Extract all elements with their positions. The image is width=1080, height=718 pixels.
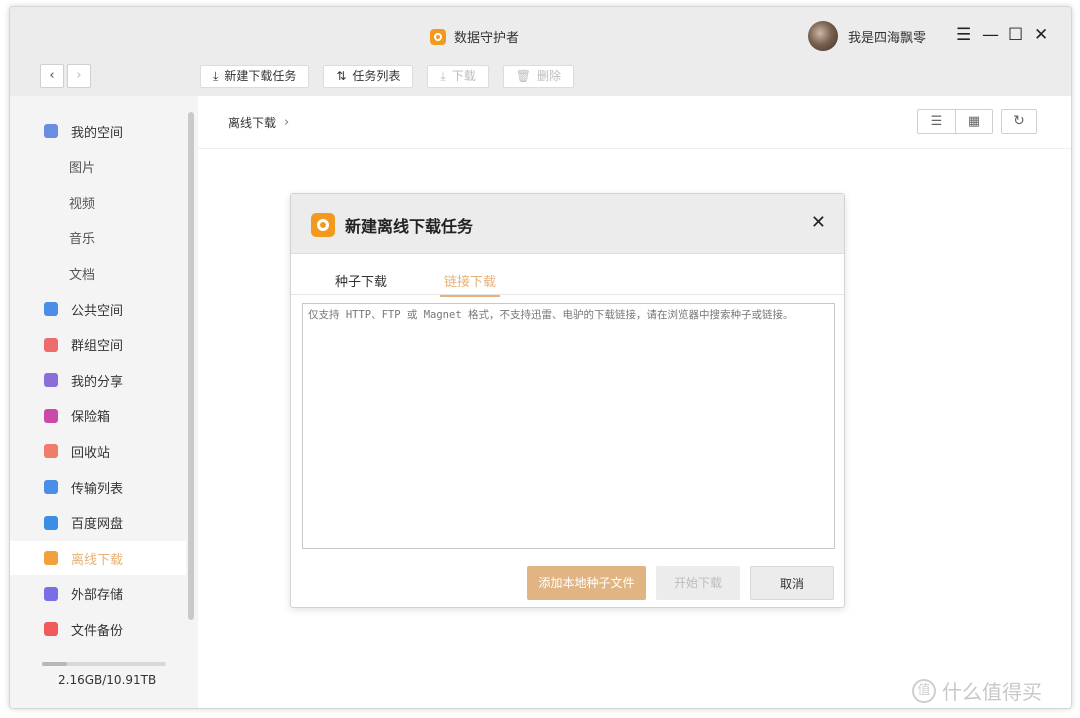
sidebar-item-label: 传输列表 — [71, 481, 124, 497]
sidebar-item-label: 文件备份 — [71, 623, 124, 639]
list-view-icon[interactable]: ☰ — [918, 110, 955, 133]
app-logo-icon — [311, 213, 335, 237]
sidebar-item-my-space[interactable]: 我的空间 — [10, 114, 186, 148]
backup-icon — [44, 622, 58, 637]
download-label: 下载 — [451, 69, 476, 83]
sidebar-item-label: 公共空间 — [71, 303, 124, 319]
storage-usage: 2.16GB/10.91TB — [58, 673, 157, 687]
dialog-header: 新建离线下载任务 ✕ — [291, 194, 844, 254]
menu-icon[interactable]: ☰ — [956, 24, 971, 46]
folder-icon — [44, 124, 58, 138]
user-info[interactable]: 我是四海飘零 — [808, 21, 926, 51]
sidebar-item-label: 群组空间 — [71, 339, 124, 355]
transfer-icon — [44, 480, 58, 494]
sidebar-item-label: 文档 — [69, 267, 96, 283]
sidebar-item-label: 我的空间 — [71, 125, 124, 141]
download-button[interactable]: ⤓ 下载 — [427, 65, 489, 88]
sidebar-item-pictures[interactable]: 图片 — [10, 150, 186, 184]
sidebar-item-label: 视频 — [69, 196, 96, 212]
sidebar-item-offline-download[interactable]: 离线下载 — [10, 541, 186, 576]
watermark-logo-icon: 值 — [912, 678, 936, 703]
cloud-icon — [44, 515, 58, 530]
drive-icon — [44, 586, 58, 601]
storage-bar-fill — [42, 662, 67, 666]
view-tools: ☰ ▦ ↻ — [917, 109, 1037, 134]
dialog-tabs: 种子下载 链接下载 — [291, 254, 844, 297]
breadcrumb: 离线下载 › — [228, 114, 289, 131]
download-icon: ⤓ — [213, 69, 219, 83]
sidebar-item-documents[interactable]: 文档 — [10, 256, 186, 290]
sidebar-item-file-backup[interactable]: 文件备份 — [10, 612, 186, 646]
safe-icon — [44, 408, 58, 423]
refresh-icon[interactable]: ↻ — [1001, 109, 1037, 134]
sidebar-item-videos[interactable]: 视频 — [10, 185, 186, 219]
group-icon — [44, 337, 58, 352]
sidebar-item-label: 离线下载 — [71, 552, 124, 568]
sidebar-item-music[interactable]: 音乐 — [10, 221, 186, 255]
start-download-button[interactable]: 开始下载 — [656, 566, 740, 600]
storage-bar — [42, 662, 166, 666]
sidebar-item-transfer-list[interactable]: 传输列表 — [10, 470, 186, 504]
app-title-text: 数据守护者 — [454, 31, 520, 46]
add-local-torrent-button[interactable]: 添加本地种子文件 — [527, 566, 646, 600]
sidebar-item-label: 外部存储 — [71, 588, 124, 604]
avatar[interactable] — [808, 21, 838, 51]
watermark-text: 什么值得买 — [942, 680, 1042, 704]
sidebar-item-label: 保险箱 — [71, 410, 111, 426]
tab-link-download[interactable]: 链接下载 — [439, 271, 501, 297]
sidebar-item-public-space[interactable]: 公共空间 — [10, 292, 186, 326]
task-list-button[interactable]: ⇅ 任务列表 — [323, 65, 414, 88]
sidebar-item-my-shares[interactable]: 我的分享 — [10, 363, 186, 397]
grid-view-icon[interactable]: ▦ — [955, 110, 992, 133]
chevron-right-icon: › — [284, 115, 290, 130]
sort-icon: ⇅ — [336, 69, 347, 83]
maximize-icon[interactable]: ☐ — [1008, 24, 1023, 46]
sidebar-item-group-space[interactable]: 群组空间 — [10, 328, 186, 362]
watermark: 值 什么值得买 — [912, 676, 1042, 705]
dialog-title: 新建离线下载任务 — [345, 217, 474, 236]
trash-icon: 🗑 — [515, 69, 531, 83]
new-download-task-label: 新建下载任务 — [224, 69, 297, 83]
back-button[interactable]: ‹ — [40, 64, 64, 88]
task-list-label: 任务列表 — [352, 69, 401, 83]
new-offline-task-dialog: 新建离线下载任务 ✕ 种子下载 链接下载 添加本地种子文件 开始下载 取消 — [290, 193, 845, 608]
view-toggle: ☰ ▦ — [917, 109, 993, 134]
delete-label: 删除 — [536, 69, 561, 83]
download-icon: ⤓ — [440, 69, 446, 83]
divider — [198, 148, 1071, 149]
window-controls: ☰ — ☐ ✕ — [956, 24, 1048, 46]
sidebar-scrollbar[interactable] — [188, 112, 194, 620]
sidebar-item-label: 音乐 — [69, 232, 96, 248]
app-window: 数据守护者 我是四海飘零 ☰ — ☐ ✕ ‹ › ⤓ 新建下载任务 ⇅ 任务列表… — [9, 6, 1072, 709]
share-icon — [44, 373, 58, 388]
sidebar-item-baidu-netdisk[interactable]: 百度网盘 — [10, 506, 186, 540]
breadcrumb-item[interactable]: 离线下载 — [228, 114, 276, 131]
minimize-icon[interactable]: — — [982, 24, 999, 46]
nav-arrows: ‹ › — [40, 64, 91, 88]
app-logo-icon — [430, 28, 446, 45]
close-icon[interactable]: ✕ — [1034, 24, 1048, 46]
link-input[interactable] — [302, 303, 835, 549]
trash-icon — [44, 444, 58, 459]
sidebar-item-label: 回收站 — [71, 445, 111, 461]
sidebar-item-safe-box[interactable]: 保险箱 — [10, 399, 186, 433]
new-download-task-button[interactable]: ⤓ 新建下载任务 — [200, 65, 310, 88]
sidebar-item-label: 我的分享 — [71, 374, 124, 390]
dialog-close-icon[interactable]: ✕ — [811, 212, 826, 233]
delete-button[interactable]: 🗑 删除 — [502, 65, 574, 88]
toolbar: ⤓ 新建下载任务 ⇅ 任务列表 ⤓ 下载 🗑 删除 — [200, 65, 574, 88]
sidebar-item-label: 图片 — [69, 161, 96, 177]
app-title: 数据守护者 — [430, 27, 519, 46]
forward-button[interactable]: › — [67, 64, 91, 88]
user-name[interactable]: 我是四海飘零 — [848, 27, 926, 46]
download-icon — [44, 551, 58, 566]
title-bar: 数据守护者 我是四海飘零 ☰ — ☐ ✕ — [10, 7, 1071, 67]
sidebar-item-label: 百度网盘 — [71, 517, 124, 533]
sidebar-item-external-storage[interactable]: 外部存储 — [10, 577, 186, 611]
cancel-button[interactable]: 取消 — [750, 566, 834, 600]
send-icon — [44, 302, 58, 316]
tab-torrent-download[interactable]: 种子下载 — [335, 271, 387, 290]
sidebar-item-recycle-bin[interactable]: 回收站 — [10, 434, 186, 468]
sidebar: 我的空间图片视频音乐文档公共空间群组空间我的分享保险箱回收站传输列表百度网盘离线… — [10, 96, 198, 708]
